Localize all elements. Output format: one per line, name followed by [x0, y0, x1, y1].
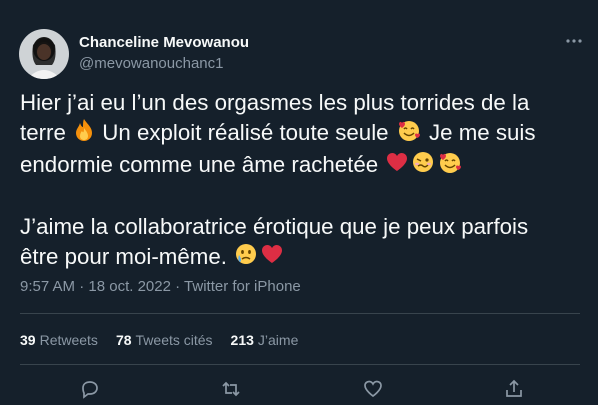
- like-icon[interactable]: [362, 378, 384, 400]
- face-holding-back-tears-icon: [234, 242, 258, 274]
- tweet-meta: 9:57 AM · 18 oct. 2022 · Twitter for iPh…: [20, 278, 301, 295]
- action-bar: [0, 374, 598, 402]
- tweet-line-2c: Je me suis: [422, 120, 536, 145]
- meta-separator: ·: [75, 278, 89, 295]
- divider-bottom: [20, 364, 580, 365]
- smiling-face-with-hearts-icon: [396, 118, 422, 150]
- tweet-line-2a: terre: [20, 120, 73, 145]
- avatar[interactable]: [19, 29, 69, 79]
- tweet-date[interactable]: 18 oct. 2022: [88, 278, 171, 295]
- tweet-text: Hier j’ai eu l’un des orgasmes les plus …: [20, 88, 580, 274]
- tweet-line-2b: Un exploit réalisé toute seule: [96, 120, 395, 145]
- quote-tweets-label: Tweets cités: [135, 332, 213, 348]
- quote-tweets-stat[interactable]: 78 Tweets cités: [116, 332, 213, 348]
- retweets-label: Retweets: [39, 332, 98, 348]
- tweet: Chanceline Mevowanou @mevowanouchanc1 Hi…: [0, 0, 598, 402]
- tweet-line-3a: endormie comme une âme rachetée: [20, 152, 385, 178]
- tweet-line-1: Hier j’ai eu l’un des orgasmes les plus …: [20, 90, 530, 115]
- display-name[interactable]: Chanceline Mevowanou: [79, 33, 249, 52]
- tweet-time[interactable]: 9:57 AM: [20, 278, 75, 295]
- tweet-stats: 39 Retweets 78 Tweets cités 213 J’aime: [20, 332, 298, 348]
- divider-top: [20, 313, 580, 314]
- likes-count: 213: [230, 332, 254, 348]
- more-options-icon[interactable]: [562, 33, 586, 49]
- retweet-icon[interactable]: [220, 378, 242, 400]
- handle[interactable]: @mevowanouchanc1: [79, 54, 249, 73]
- likes-label: J’aime: [257, 332, 299, 348]
- tweet-line-5: J’aime la collaboratrice érotique que je…: [20, 214, 529, 240]
- author-info: Chanceline Mevowanou @mevowanouchanc1: [79, 33, 249, 73]
- red-heart-icon-2: [260, 243, 284, 273]
- woozy-face-icon: [411, 150, 435, 182]
- retweets-count: 39: [20, 332, 36, 348]
- tweet-source-link[interactable]: Twitter for iPhone: [184, 278, 301, 295]
- likes-stat[interactable]: 213 J’aime: [231, 332, 299, 348]
- retweets-stat[interactable]: 39 Retweets: [20, 332, 98, 348]
- tweet-line-6a: être pour moi-même.: [20, 244, 234, 270]
- share-icon[interactable]: [503, 378, 525, 400]
- reply-icon[interactable]: [79, 378, 101, 400]
- red-heart-icon: [385, 151, 409, 181]
- meta-separator-2: ·: [170, 278, 185, 295]
- smiling-face-with-hearts-icon-2: [437, 150, 463, 182]
- quote-tweets-count: 78: [115, 332, 132, 348]
- fire-emoji-icon: [73, 118, 95, 150]
